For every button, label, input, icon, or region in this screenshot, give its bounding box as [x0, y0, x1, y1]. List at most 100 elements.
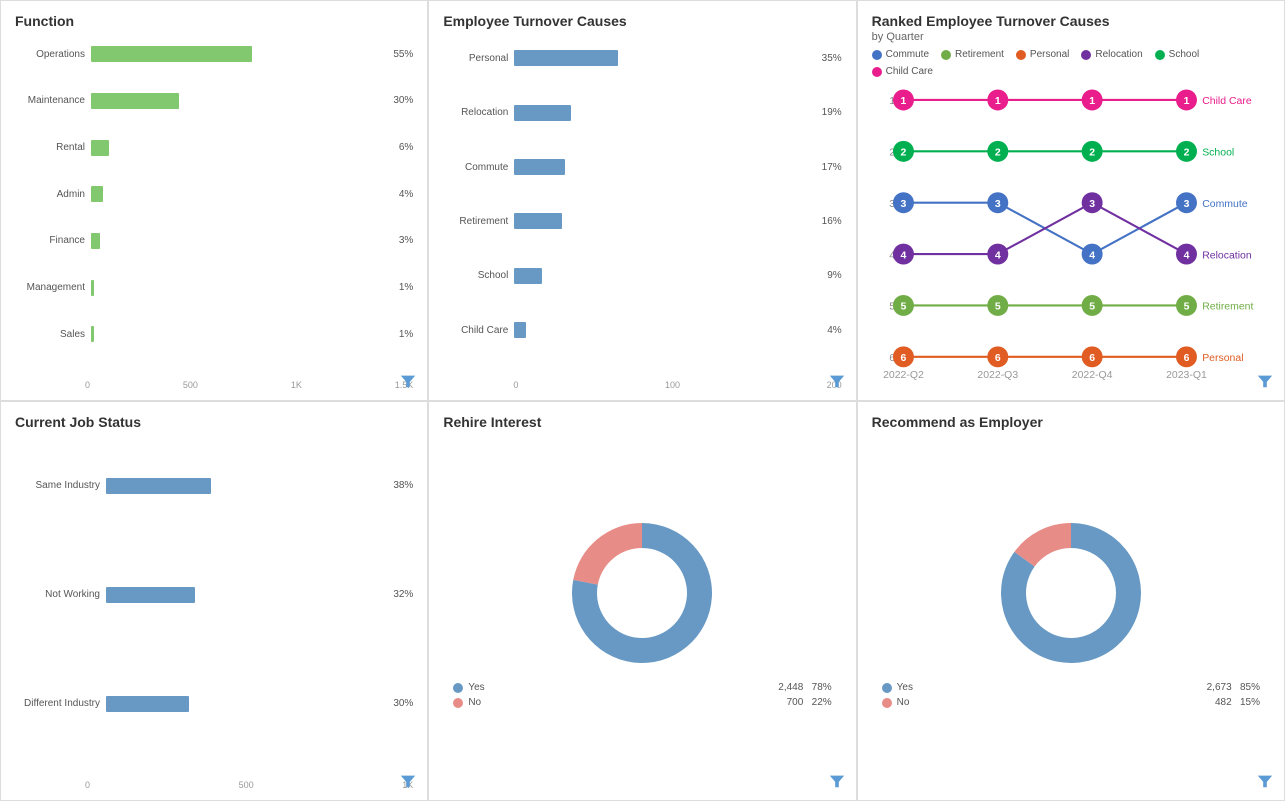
- bar-container: [106, 478, 383, 494]
- svg-text:Retirement: Retirement: [1202, 302, 1253, 313]
- rehire-panel: Rehire Interest Yes 2,448 78% No 700 22%: [428, 401, 856, 801]
- turnover-causes-bar-chart: Personal35%Relocation19%Commute17%Retire…: [443, 31, 841, 378]
- x-axis-label: 500: [183, 380, 198, 390]
- bar-fill: [106, 587, 195, 603]
- yes-dot: [882, 683, 892, 693]
- svg-text:2: 2: [900, 148, 906, 159]
- bar-fill: [91, 93, 179, 109]
- turnover-causes-panel: Employee Turnover Causes Personal35%Relo…: [428, 0, 856, 401]
- legend-label: Personal: [1030, 49, 1069, 60]
- bar-container: [91, 233, 389, 249]
- bar-row: Finance 3%: [15, 230, 413, 252]
- bar-pct: 6%: [399, 142, 413, 153]
- bar-pct: 9%: [827, 270, 841, 281]
- bar-row: School 9%: [443, 265, 841, 287]
- x-axis-label: 0: [85, 380, 90, 390]
- ranked-filter-icon[interactable]: [1256, 372, 1274, 390]
- bar-label: School: [443, 270, 508, 281]
- bar-pct: 16%: [822, 216, 842, 227]
- bar-fill: [91, 140, 109, 156]
- svg-text:5: 5: [1089, 302, 1095, 313]
- bar-container: [91, 46, 383, 62]
- rehire-filter-icon[interactable]: [828, 772, 846, 790]
- turnover-filter-icon[interactable]: [828, 372, 846, 390]
- svg-text:4: 4: [1089, 250, 1095, 261]
- bar-label: Same Industry: [15, 480, 100, 491]
- bar-label: Relocation: [443, 107, 508, 118]
- bar-row: Rental6%: [15, 137, 413, 159]
- bar-pct: 1%: [399, 282, 413, 293]
- donut-yes-label: Yes: [882, 682, 913, 693]
- bar-pct: 17%: [822, 162, 842, 173]
- job-status-bar-chart: Same Industry 38% Not Working32% Different …: [15, 432, 413, 779]
- donut-legend-no-row: No 700 22%: [453, 697, 831, 708]
- recommend-donut-wrapper: Yes 2,673 85% No 482 15%: [872, 432, 1270, 791]
- bar-container: [514, 322, 817, 338]
- bar-label: Operations: [15, 49, 85, 60]
- bar-row: Admin4%: [15, 183, 413, 205]
- bar-row: Not Working32%: [15, 584, 413, 606]
- ranked-subtitle: by Quarter: [872, 31, 1270, 43]
- svg-text:School: School: [1202, 148, 1234, 159]
- recommend-title: Recommend as Employer: [872, 414, 1270, 430]
- function-panel: Function Operations55%Maintenance30%Rent…: [0, 0, 428, 401]
- turnover-x-axis: 0100200: [443, 380, 841, 390]
- legend-label: Retirement: [955, 49, 1004, 60]
- bar-pct: 55%: [393, 49, 413, 60]
- bar-label: Management: [15, 282, 85, 293]
- legend-circle: [1155, 50, 1165, 60]
- svg-text:3: 3: [900, 199, 906, 210]
- bar-pct: 19%: [822, 107, 842, 118]
- ranked-legend-item: Child Care: [872, 66, 933, 77]
- legend-circle: [1016, 50, 1026, 60]
- bar-container: [514, 159, 811, 175]
- function-filter-icon[interactable]: [399, 372, 417, 390]
- bar-label: Different Industry: [15, 698, 100, 709]
- donut-no-label: No: [453, 697, 481, 708]
- bar-fill: [514, 50, 618, 66]
- donut-svg: [562, 513, 722, 678]
- job-status-title: Current Job Status: [15, 414, 413, 430]
- bar-row: Same Industry 38%: [15, 475, 413, 497]
- bar-container: [514, 50, 811, 66]
- svg-text:2023-Q1: 2023-Q1: [1166, 370, 1207, 381]
- bar-fill: [91, 233, 100, 249]
- svg-text:1: 1: [995, 96, 1001, 107]
- donut-no-label: No: [882, 697, 910, 708]
- x-axis-label: 1K: [291, 380, 302, 390]
- bar-fill: [106, 696, 189, 712]
- bar-row: Sales1%: [15, 323, 413, 345]
- x-axis-label: 500: [239, 780, 254, 790]
- ranked-panel: Ranked Employee Turnover Causes by Quart…: [857, 0, 1285, 401]
- bar-row: Relocation 19%: [443, 102, 841, 124]
- yes-count: 2,673 85%: [1207, 682, 1260, 693]
- bar-pct: 38%: [393, 480, 413, 491]
- svg-text:2: 2: [1183, 148, 1189, 159]
- svg-text:4: 4: [995, 250, 1001, 261]
- function-bar-chart: Operations 55% Maintenance30% Rental6% Admin…: [15, 31, 413, 378]
- bar-label: Child Care: [443, 325, 508, 336]
- bar-pct: 35%: [822, 53, 842, 64]
- bar-label: Finance: [15, 235, 85, 246]
- bar-container: [514, 213, 811, 229]
- bar-fill: [514, 213, 562, 229]
- bar-row: Maintenance30%: [15, 90, 413, 112]
- bar-fill: [514, 268, 541, 284]
- job-status-panel: Current Job Status Same Industry 38% Not W…: [0, 401, 428, 801]
- bar-fill: [514, 105, 570, 121]
- ranked-legend-item: Retirement: [941, 49, 1004, 60]
- ranked-legend: CommuteRetirementPersonalRelocationSchoo…: [872, 49, 1270, 77]
- bar-fill: [91, 280, 94, 296]
- svg-text:3: 3: [1089, 199, 1095, 210]
- svg-text:3: 3: [1183, 199, 1189, 210]
- no-count: 482 15%: [1215, 697, 1260, 708]
- donut-svg: [991, 513, 1151, 678]
- donut-legend-no-row: No 482 15%: [882, 697, 1260, 708]
- job-status-filter-icon[interactable]: [399, 772, 417, 790]
- no-text: No: [468, 697, 481, 708]
- yes-count: 2,448 78%: [778, 682, 831, 693]
- bar-pct: 3%: [399, 235, 413, 246]
- no-dot: [453, 698, 463, 708]
- svg-text:2022-Q2: 2022-Q2: [883, 370, 924, 381]
- recommend-filter-icon[interactable]: [1256, 772, 1274, 790]
